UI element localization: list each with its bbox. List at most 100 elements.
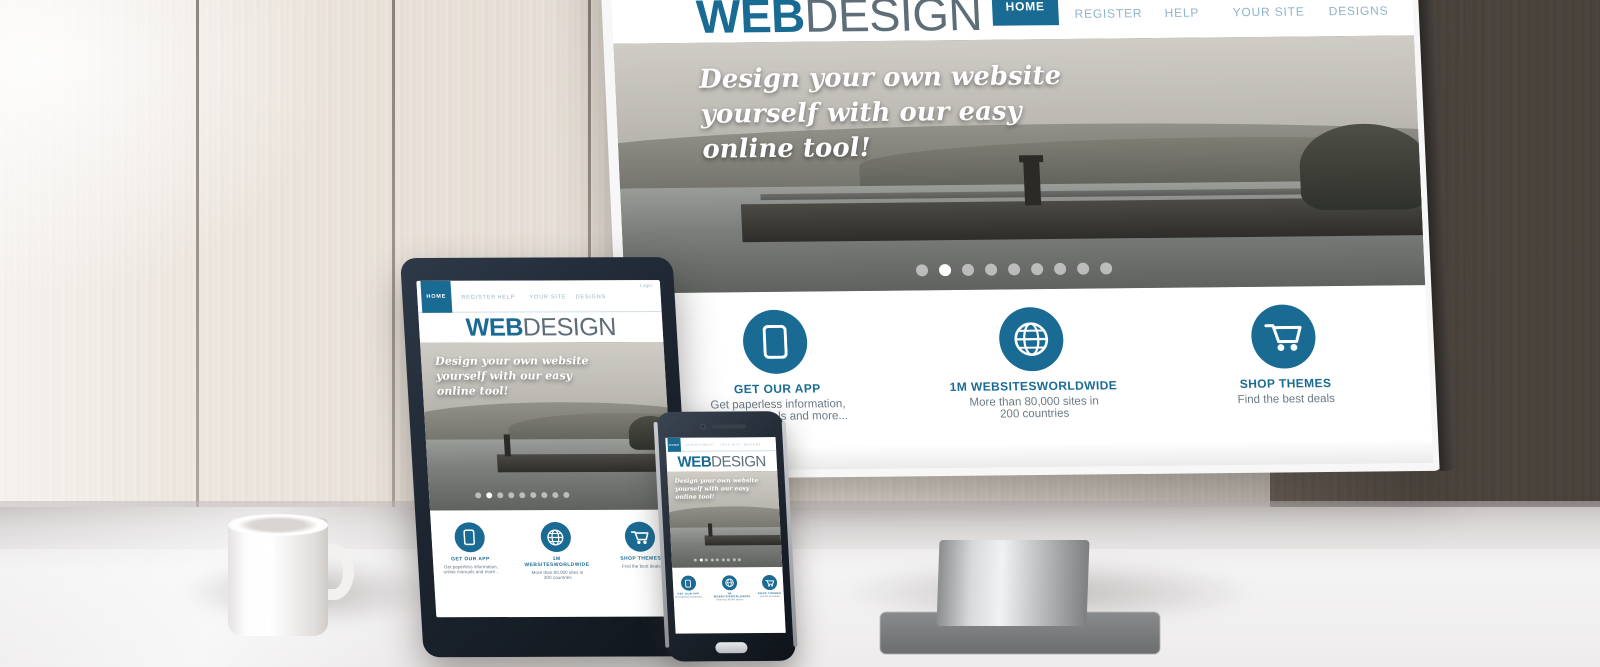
slider-dot[interactable] — [693, 558, 697, 562]
hero-headline: Design your own website yourself with ou… — [698, 59, 1065, 168]
site-logo-tablet[interactable]: WEBDESIGN — [465, 313, 617, 342]
slider-dot[interactable] — [699, 558, 703, 562]
login-link-tablet[interactable]: Login — [640, 283, 653, 289]
slider-dot[interactable] — [726, 558, 730, 562]
slider-dot[interactable] — [984, 263, 998, 276]
logo-light: DESIGN — [521, 312, 617, 341]
slider-dot[interactable] — [732, 558, 736, 562]
photo-water — [425, 439, 674, 511]
smartphone-device: HOME REGISTER HELP YOUR SITE DESIGNS WEB… — [653, 411, 798, 662]
scene-stage: WEBDESIGN HOME REGISTER HELP YOUR SITE D… — [0, 0, 1600, 667]
feature-get-our-app-phone[interactable]: GET OUR APP Get paperless information, — [673, 575, 705, 622]
nav-item-help-phone[interactable]: HELP — [704, 444, 714, 447]
slider-dot[interactable] — [715, 558, 719, 562]
nav-item-register-tablet[interactable]: REGISTER — [461, 295, 496, 301]
slider-dot[interactable] — [721, 558, 725, 562]
feature-desc-2: 200 countries — [543, 574, 572, 580]
slider-dot[interactable] — [1030, 263, 1044, 276]
feature-websites-worldwide-tablet[interactable]: 1M WEBSITESWORLDWIDE More than 80,000 si… — [521, 521, 592, 604]
nav-item-register[interactable]: REGISTER — [1074, 6, 1142, 21]
feature-get-our-app-tablet[interactable]: GET OUR APP Get paperless information, o… — [437, 522, 504, 604]
hero-line-1: Design your own website — [434, 354, 589, 368]
home-button[interactable] — [715, 642, 748, 654]
hero-line-2: yourself with our easy — [674, 485, 750, 493]
slider-dot[interactable] — [519, 492, 526, 499]
site-header-phone: HOME REGISTER HELP YOUR SITE DESIGNS — [665, 437, 777, 452]
hero-line-2: yourself with our easy — [435, 369, 573, 383]
feature-title: 1M WEBSITESWORLDWIDE — [949, 378, 1118, 395]
nav-item-your-site-tablet[interactable]: YOUR SITE — [529, 294, 566, 300]
slider-dot[interactable] — [915, 264, 929, 277]
nav-label: REGISTER — [1074, 6, 1143, 21]
cart-glyph — [1264, 324, 1302, 351]
slider-dot[interactable] — [475, 492, 482, 499]
nav-item-designs[interactable]: DESIGNS — [1328, 4, 1388, 19]
slider-dot[interactable] — [552, 492, 559, 499]
wall-plank-seam — [196, 0, 199, 560]
slider-dot[interactable] — [704, 558, 708, 562]
cart-glyph — [630, 530, 649, 544]
globe-icon — [997, 306, 1065, 372]
slider-dot[interactable] — [1053, 262, 1067, 275]
nav-label: HOME — [426, 293, 447, 300]
slider-dots-tablet[interactable] — [475, 492, 570, 499]
nav-item-help-tablet[interactable]: HELP — [497, 295, 515, 301]
nav-item-home[interactable]: HOME — [990, 0, 1060, 26]
slider-dot[interactable] — [1099, 262, 1113, 275]
hero-line-2: yourself with our easy — [700, 96, 1023, 130]
globe-glyph — [724, 578, 734, 587]
hero-slider-tablet: Design your own website yourself with ou… — [420, 341, 674, 511]
slider-dot[interactable] — [541, 492, 548, 499]
hero-line-3: online tool! — [436, 384, 509, 398]
front-camera-icon — [699, 423, 706, 430]
logo-bold: WEB — [677, 453, 712, 471]
hero-slider-phone: Design your own website yourself with ou… — [667, 471, 783, 568]
slider-dot[interactable] — [497, 492, 504, 499]
tablet-device: Login HOME REGISTER HELP YOUR SITE DESIG… — [400, 257, 697, 658]
photo-water — [670, 526, 783, 568]
nav-item-your-site-phone[interactable]: YOUR SITE — [720, 443, 741, 446]
feature-shop-themes[interactable]: SHOP THEMES Find the best deals — [1202, 304, 1368, 444]
feature-title: GET OUR APP — [450, 556, 491, 563]
feature-shop-themes-phone[interactable]: SHOP THEMES Find the best deals — [755, 574, 785, 621]
slider-dot[interactable] — [710, 558, 714, 562]
feature-websites-worldwide-phone[interactable]: 1M WEBSITESWORLDWIDE More than 80,000 si… — [713, 575, 751, 621]
slider-dot[interactable] — [486, 492, 493, 499]
feature-websites-worldwide[interactable]: 1M WEBSITESWORLDWIDE More than 80,000 si… — [942, 306, 1124, 446]
hero-line-3: online tool! — [701, 133, 872, 165]
logo-light: DESIGN — [803, 0, 984, 42]
photo-trees — [1297, 123, 1426, 211]
slider-dot[interactable] — [508, 492, 515, 499]
slider-dot[interactable] — [530, 492, 537, 499]
earpiece-speaker — [711, 424, 746, 429]
slider-dot[interactable] — [737, 558, 741, 562]
mug-rim — [228, 514, 328, 536]
slider-dots-desktop[interactable] — [915, 262, 1113, 277]
monitor-stand-neck — [936, 540, 1090, 626]
slider-dot[interactable] — [1076, 262, 1090, 275]
nav-item-home-tablet[interactable]: HOME — [420, 280, 453, 313]
site-logo[interactable]: WEBDESIGN — [695, 0, 983, 44]
feature-desc-2: online manuals and more... — [443, 569, 500, 575]
slider-dots-phone[interactable] — [693, 558, 741, 562]
globe-glyph — [1014, 322, 1049, 356]
site-header-tablet: Login HOME REGISTER HELP YOUR SITE DESIG… — [416, 280, 662, 313]
nav-label: HOME — [1005, 0, 1046, 14]
slider-dot[interactable] — [938, 264, 952, 277]
nav-item-designs-tablet[interactable]: DESIGNS — [575, 294, 606, 300]
nav-item-register-phone[interactable]: REGISTER — [686, 444, 706, 447]
nav-item-help[interactable]: HELP — [1164, 6, 1199, 20]
site-logo-phone[interactable]: WEBDESIGN — [677, 453, 766, 471]
nav-item-designs-phone[interactable]: DESIGNS — [744, 443, 761, 446]
slider-dot[interactable] — [961, 263, 975, 276]
slider-dot[interactable] — [563, 492, 570, 499]
wall-plank-seam — [392, 0, 395, 560]
globe-icon — [721, 575, 737, 591]
nav-item-home-phone[interactable]: HOME — [667, 437, 682, 452]
globe-icon — [539, 521, 572, 553]
photo-jetty — [704, 534, 783, 546]
slider-dot[interactable] — [1007, 263, 1021, 276]
nav-item-your-site[interactable]: YOUR SITE — [1232, 5, 1305, 20]
photo-lighthouse — [1023, 161, 1042, 206]
features-section-tablet: GET OUR APP Get paperless information, o… — [430, 509, 679, 605]
